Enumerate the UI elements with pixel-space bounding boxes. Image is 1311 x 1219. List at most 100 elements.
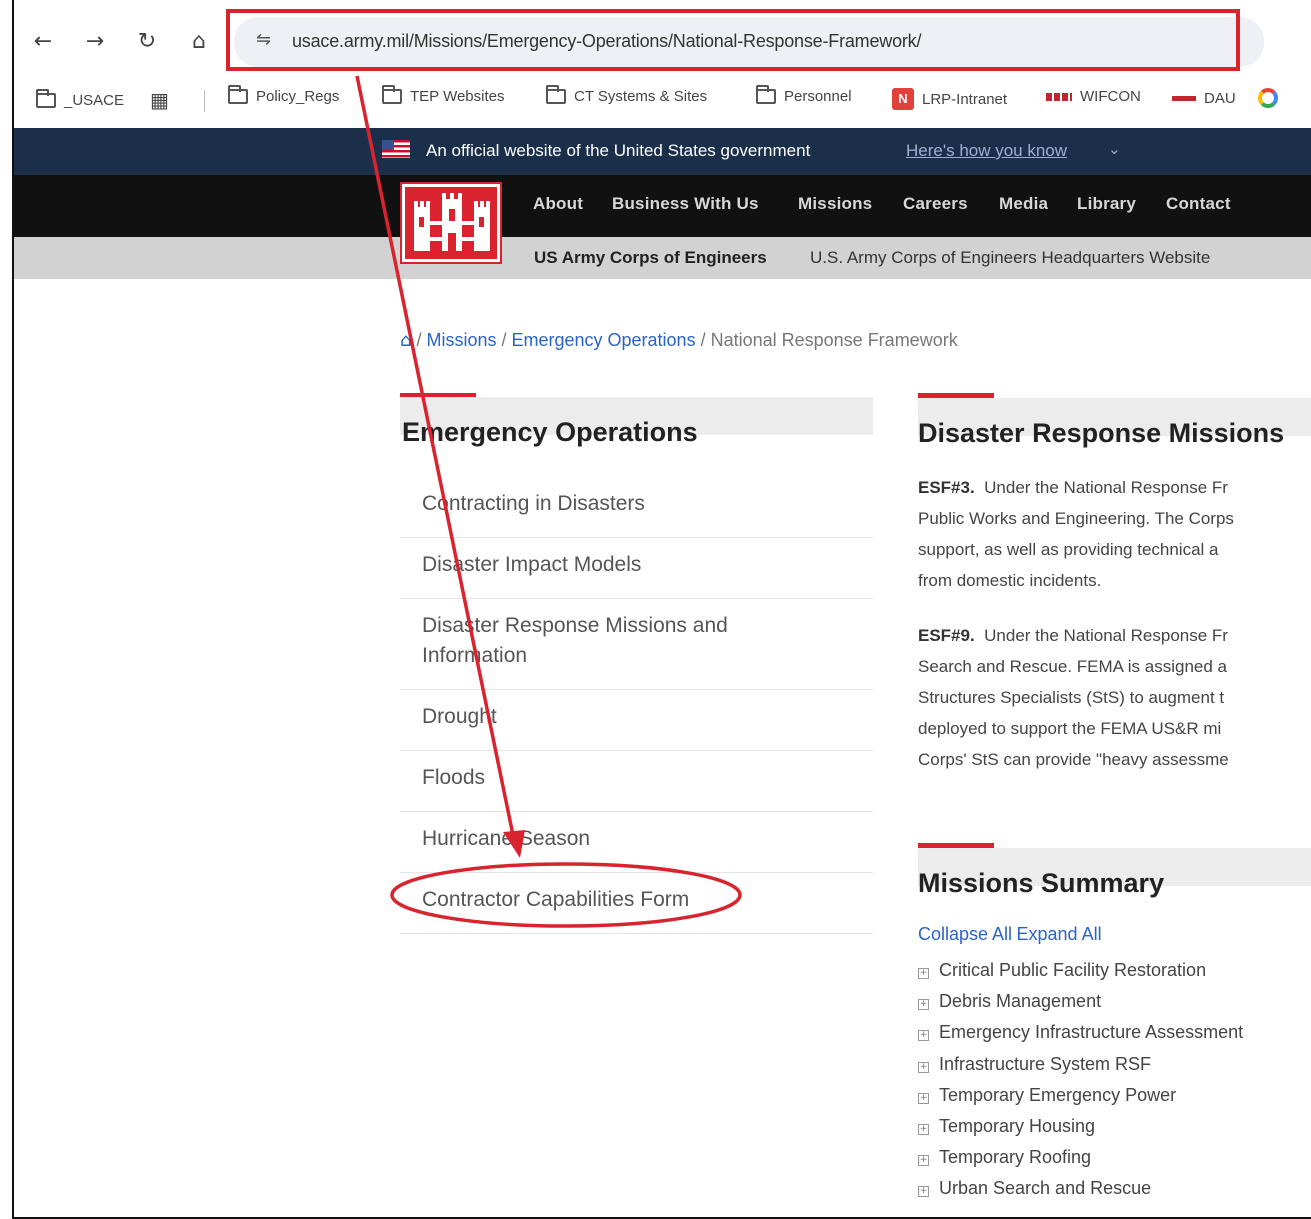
breadcrumb: ⌂ / Missions / Emergency Operations / Na… bbox=[400, 330, 958, 351]
list-item-label: Temporary Roofing bbox=[939, 1147, 1092, 1168]
expand-icon[interactable]: + bbox=[918, 999, 929, 1011]
breadcrumb-separator: / bbox=[411, 330, 427, 350]
bookmark-dau[interactable]: DAU bbox=[1172, 88, 1278, 108]
apps-grid-icon[interactable]: ▦ bbox=[150, 88, 169, 112]
lrp-icon: N bbox=[892, 88, 914, 110]
esf9-text: Under the National Response Fr bbox=[984, 626, 1228, 645]
list-item-label: Temporary Emergency Power bbox=[939, 1084, 1177, 1105]
breadcrumb-missions[interactable]: Missions bbox=[426, 330, 496, 350]
esf9-paragraph: ESF#9. Under the National Response Fr Se… bbox=[918, 620, 1311, 775]
bookmark-label: TEP Websites bbox=[410, 88, 505, 105]
expand-icon[interactable]: + bbox=[918, 1092, 929, 1104]
expand-icon[interactable]: + bbox=[918, 1186, 929, 1198]
bookmark-separator bbox=[204, 90, 205, 112]
esf3-text: Under the National Response Fr bbox=[984, 478, 1228, 497]
sidebar-title: Emergency Operations bbox=[402, 417, 698, 447]
missions-summary-list: + Critical Public Facility Restoration + D… bbox=[918, 955, 1311, 1205]
bookmark-tep-websites[interactable]: TEP Websites bbox=[382, 85, 505, 105]
site-navigation: About Business With Us Missions Careers … bbox=[14, 175, 1311, 237]
home-icon[interactable]: ⌂ bbox=[400, 330, 411, 351]
section-header: Missions Summary bbox=[918, 848, 1311, 898]
expand-icon[interactable]: + bbox=[918, 968, 929, 979]
breadcrumb-separator: / bbox=[496, 330, 512, 350]
bookmark-label: Personnel bbox=[784, 88, 852, 105]
list-item[interactable]: + Temporary Roofing bbox=[918, 1142, 1311, 1173]
nav-missions[interactable]: Missions bbox=[798, 194, 872, 214]
expand-icon[interactable]: + bbox=[918, 1061, 929, 1073]
sidebar-item-contractor-capabilities-form[interactable]: Contractor Capabilities Form bbox=[400, 873, 873, 934]
bookmark-label: DAU bbox=[1204, 89, 1236, 107]
list-item[interactable]: + Infrastructure System RSF bbox=[918, 1049, 1311, 1080]
browser-toolbar: ← → ↻ ⌂ ⇋ usace.army.mil/Missions/Emerge… bbox=[14, 0, 1311, 78]
home-icon[interactable]: ⌂ bbox=[184, 26, 214, 56]
esf9-line: ESF#9. Under the National Response Fr bbox=[918, 620, 1311, 651]
missions-summary: Missions Summary Collapse All Expand All… bbox=[918, 843, 1311, 1205]
back-icon[interactable]: ← bbox=[28, 26, 58, 56]
list-item[interactable]: + Temporary Housing bbox=[918, 1111, 1311, 1142]
sidebar-item-hurricane-season[interactable]: Hurricane Season bbox=[400, 812, 873, 873]
esf3-line: from domestic incidents. bbox=[918, 571, 1102, 590]
list-item-label: Temporary Housing bbox=[939, 1116, 1096, 1137]
chevron-down-icon[interactable]: ⌄ bbox=[1108, 140, 1121, 158]
sidebar-item-label: Floods bbox=[422, 766, 486, 789]
bookmark-label: Policy_Regs bbox=[256, 88, 340, 105]
heres-how-you-know-link[interactable]: Here's how you know bbox=[906, 141, 1067, 161]
bookmark-wifcon[interactable]: WIFCON bbox=[1046, 88, 1141, 105]
bookmark-lrp-intranet[interactable]: N LRP-Intranet bbox=[892, 88, 1007, 110]
bookmark-label: _USACE bbox=[64, 91, 125, 109]
nav-business-with-us[interactable]: Business With Us bbox=[612, 194, 759, 214]
sidebar-item-label: Disaster Response Missions and bbox=[422, 614, 728, 637]
folder-icon bbox=[228, 85, 248, 104]
section-header: Disaster Response Missions bbox=[918, 398, 1311, 448]
sidebar-item-label: Drought bbox=[422, 705, 497, 728]
reload-icon[interactable]: ↻ bbox=[132, 26, 162, 56]
forward-icon[interactable]: → bbox=[80, 26, 110, 56]
bookmark-ct-systems[interactable]: CT Systems & Sites bbox=[546, 85, 707, 105]
expand-all-link[interactable]: Expand All bbox=[1017, 924, 1102, 944]
nav-media[interactable]: Media bbox=[999, 194, 1048, 214]
expand-icon[interactable]: + bbox=[918, 1124, 929, 1136]
esf9-line: deployed to support the FEMA US&R mi bbox=[918, 719, 1222, 738]
section-header: Emergency Operations bbox=[400, 397, 873, 447]
list-item-label: Emergency Infrastructure Assessment bbox=[939, 1022, 1244, 1043]
breadcrumb-current: National Response Framework bbox=[710, 330, 958, 350]
sidebar-item-floods[interactable]: Floods bbox=[400, 751, 873, 812]
collapse-all-link[interactable]: Collapse All bbox=[918, 924, 1012, 944]
list-item-label: Critical Public Facility Restoration bbox=[939, 960, 1207, 980]
esf3-paragraph: ESF#3. Under the National Response Fr Pu… bbox=[918, 472, 1311, 596]
main-content: Disaster Response Missions ESF#3. Under … bbox=[918, 393, 1311, 1205]
expand-icon[interactable]: + bbox=[918, 1155, 929, 1167]
collapse-expand-controls: Collapse All Expand All bbox=[918, 924, 1311, 945]
expand-icon[interactable]: + bbox=[918, 1030, 929, 1042]
sidebar-item-response-missions[interactable]: Disaster Response Missions and Informati… bbox=[400, 599, 873, 690]
bookmark-policy-regs[interactable]: Policy_Regs bbox=[228, 85, 340, 105]
list-item[interactable]: + Debris Management bbox=[918, 986, 1311, 1017]
org-name[interactable]: US Army Corps of Engineers bbox=[534, 248, 767, 268]
castle-icon bbox=[414, 193, 490, 251]
nav-library[interactable]: Library bbox=[1077, 194, 1136, 214]
list-item[interactable]: + Temporary Emergency Power bbox=[918, 1080, 1311, 1111]
sidebar-item-label: Disaster Impact Models bbox=[422, 553, 642, 576]
esf3-line: Public Works and Engineering. The Corps bbox=[918, 509, 1234, 528]
breadcrumb-emergency-operations[interactable]: Emergency Operations bbox=[511, 330, 695, 350]
usace-castle-logo[interactable] bbox=[402, 184, 500, 262]
nav-careers[interactable]: Careers bbox=[903, 194, 968, 214]
list-item[interactable]: + Critical Public Facility Restoration bbox=[918, 955, 1311, 986]
esf9-line: Structures Specialists (StS) to augment … bbox=[918, 688, 1225, 707]
bookmark-personnel[interactable]: Personnel bbox=[756, 85, 852, 105]
google-icon[interactable] bbox=[1257, 88, 1278, 108]
sidebar-item-drought[interactable]: Drought bbox=[400, 690, 873, 751]
list-item[interactable]: + Urban Search and Rescue bbox=[918, 1173, 1311, 1204]
sidebar-item-impact-models[interactable]: Disaster Impact Models bbox=[400, 538, 873, 599]
us-flag-icon bbox=[382, 140, 410, 158]
esf3-line: support, as well as providing technical … bbox=[918, 540, 1219, 559]
list-item[interactable]: + Emergency Infrastructure Assessment bbox=[918, 1017, 1311, 1048]
bookmark-usace[interactable]: _USACE ▦ bbox=[36, 88, 169, 112]
wifcon-icon bbox=[1046, 92, 1072, 101]
bookmark-label: WIFCON bbox=[1080, 88, 1141, 105]
esf3-label: ESF#3. bbox=[918, 478, 975, 497]
sidebar-item-contracting[interactable]: Contracting in Disasters bbox=[400, 477, 873, 538]
gov-banner: An official website of the United States… bbox=[14, 128, 1311, 175]
nav-about[interactable]: About bbox=[533, 194, 583, 214]
nav-contact[interactable]: Contact bbox=[1166, 194, 1231, 214]
